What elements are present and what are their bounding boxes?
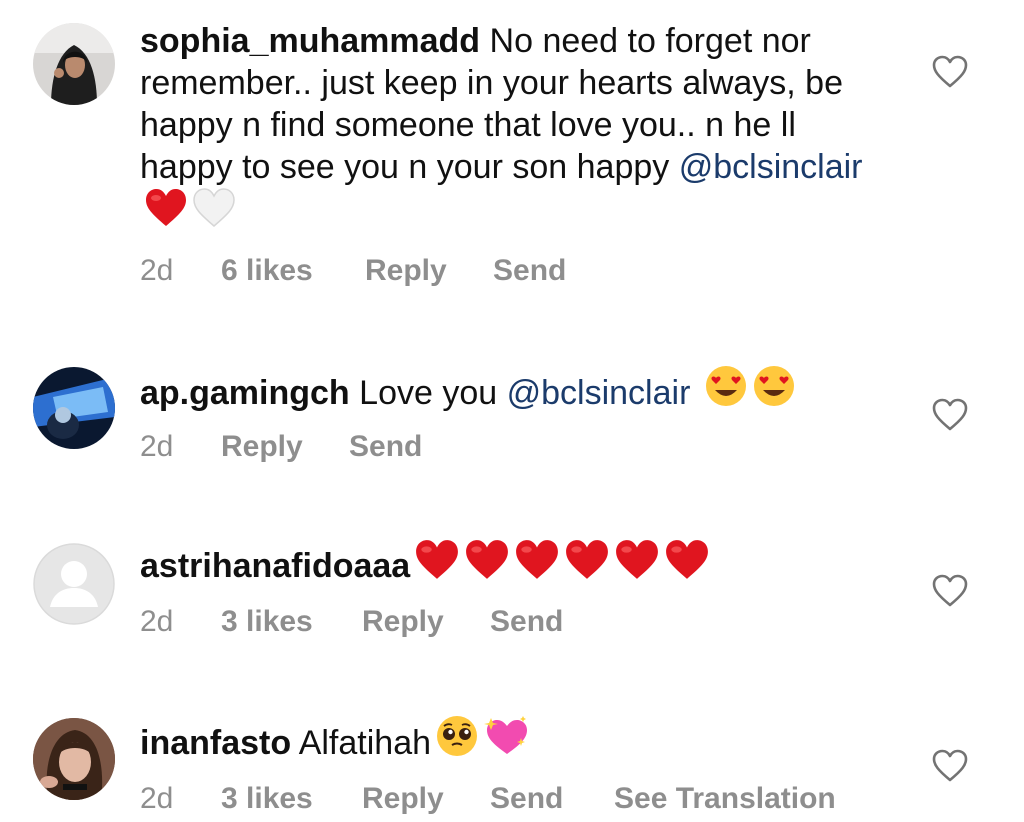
comment-username[interactable]: ap.gamingch (140, 374, 350, 412)
reply-button[interactable]: Reply (365, 254, 447, 288)
comment-time: 2d (140, 254, 174, 287)
red-heart-emoji (564, 539, 610, 581)
comment-username[interactable]: inanfasto (140, 724, 291, 762)
red-heart-emoji (514, 539, 560, 581)
avatar[interactable] (33, 543, 115, 625)
comment-text: ap.gamingch Love you @bclsinclair (140, 364, 890, 414)
mention-link[interactable]: @bclsinclair (679, 148, 863, 186)
reply-button[interactable]: Reply (221, 430, 303, 464)
heart-eyes-emoji (752, 364, 796, 408)
comment-text: sophia_muhammadd No need to forget nor r… (140, 20, 890, 234)
heart-outline-icon[interactable] (930, 395, 970, 435)
likes-count[interactable]: 3 likes (221, 605, 313, 639)
comment-item: sophia_muhammadd No need to forget nor r… (0, 0, 1024, 330)
likes-count[interactable]: 3 likes (221, 782, 313, 816)
comment-item: inanfasto Alfatihah 2d 3 likes Reply Sen… (0, 690, 1024, 822)
avatar[interactable] (33, 367, 115, 449)
comment-username[interactable]: sophia_muhammadd (140, 22, 480, 60)
red-heart-emoji (614, 539, 660, 581)
red-heart-emoji (464, 539, 510, 581)
red-heart-emoji (664, 539, 710, 581)
heart-outline-icon[interactable] (930, 746, 970, 786)
red-heart-emoji (144, 188, 188, 228)
red-heart-emoji (414, 539, 460, 581)
person-silhouette-icon (33, 543, 115, 625)
comment-time: 2d (140, 430, 174, 463)
comment-body: Alfatihah (298, 724, 432, 762)
send-button[interactable]: Send (490, 782, 563, 816)
pleading-face-emoji (435, 714, 479, 758)
white-heart-emoji (192, 188, 236, 228)
mention-link[interactable]: @bclsinclair (507, 374, 691, 412)
send-button[interactable]: Send (490, 605, 563, 639)
send-button[interactable]: Send (493, 254, 566, 288)
reply-button[interactable]: Reply (362, 605, 444, 639)
avatar[interactable] (33, 23, 115, 105)
comment-time: 2d (140, 782, 174, 815)
sparkling-heart-emoji (483, 714, 529, 758)
comment-text: inanfasto Alfatihah (140, 714, 890, 764)
comment-username[interactable]: astrihanafidoaaa (140, 547, 410, 585)
comment-item: ap.gamingch Love you @bclsinclair 2d Rep… (0, 340, 1024, 490)
reply-button[interactable]: Reply (362, 782, 444, 816)
comment-time: 2d (140, 605, 174, 638)
avatar[interactable] (33, 718, 115, 800)
see-translation-button[interactable]: See Translation (614, 782, 836, 816)
heart-outline-icon[interactable] (930, 571, 970, 611)
heart-eyes-emoji (704, 364, 748, 408)
likes-count[interactable]: 6 likes (221, 254, 313, 288)
comment-body: Love you (359, 374, 498, 412)
comment-item: astrihanafidoaaa 2d 3 likes Reply Send (0, 515, 1024, 665)
comment-text: astrihanafidoaaa (140, 539, 890, 587)
send-button[interactable]: Send (349, 430, 422, 464)
heart-outline-icon[interactable] (930, 52, 970, 92)
